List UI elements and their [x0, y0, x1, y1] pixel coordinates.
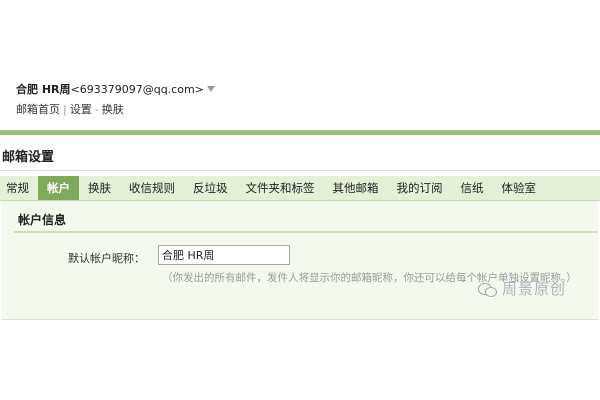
change-skin-link[interactable]: 换肤: [102, 103, 124, 116]
tab-mail-rules[interactable]: 收信规则: [120, 176, 184, 200]
account-header: 合肥 HR周<693379097@qq.com> 邮箱首页 | 设置 - 换肤: [16, 82, 215, 117]
section-title: 帐户信息: [18, 213, 67, 227]
title-divider: [0, 170, 600, 171]
mailbox-home-link[interactable]: 邮箱首页: [16, 103, 60, 116]
watermark: 周景原创: [478, 278, 566, 299]
user-name: 合肥 HR周: [16, 83, 71, 96]
user-email: <693379097@qq.com>: [70, 83, 204, 96]
link-separator: -: [94, 103, 99, 116]
top-links: 邮箱首页 | 设置 - 换肤: [16, 101, 215, 117]
watermark-text: 周景原创: [502, 280, 567, 298]
tab-general[interactable]: 常规: [0, 176, 38, 200]
tab-lab[interactable]: 体验室: [493, 176, 546, 200]
settings-link[interactable]: 设置: [70, 103, 92, 116]
link-separator: |: [63, 103, 67, 116]
tab-skin[interactable]: 换肤: [79, 176, 120, 200]
tab-folders-tags[interactable]: 文件夹和标签: [237, 176, 324, 200]
user-identity[interactable]: 合肥 HR周<693379097@qq.com>: [16, 82, 215, 98]
page-title: 邮箱设置: [2, 150, 55, 165]
tab-subscriptions[interactable]: 我的订阅: [388, 176, 452, 200]
wechat-icon: [478, 281, 498, 297]
account-info-panel: 帐户信息 默认帐户昵称： （你发出的所有邮件，发件人将显示你的邮箱昵称，你还可以…: [2, 201, 598, 320]
tab-other-mailboxes[interactable]: 其他邮箱: [324, 176, 388, 200]
chevron-down-icon[interactable]: [206, 86, 215, 92]
tab-account[interactable]: 帐户: [38, 176, 79, 200]
tab-anti-spam[interactable]: 反垃圾: [184, 176, 237, 200]
settings-tabs: 常规 帐户 换肤 收信规则 反垃圾 文件夹和标签 其他邮箱 我的订阅 信纸 体验…: [0, 176, 600, 201]
nickname-input[interactable]: [158, 245, 290, 265]
tab-stationery[interactable]: 信纸: [452, 176, 493, 200]
nickname-label: 默认帐户昵称：: [68, 252, 145, 265]
header-divider: [0, 130, 600, 135]
section-divider: [14, 231, 598, 233]
